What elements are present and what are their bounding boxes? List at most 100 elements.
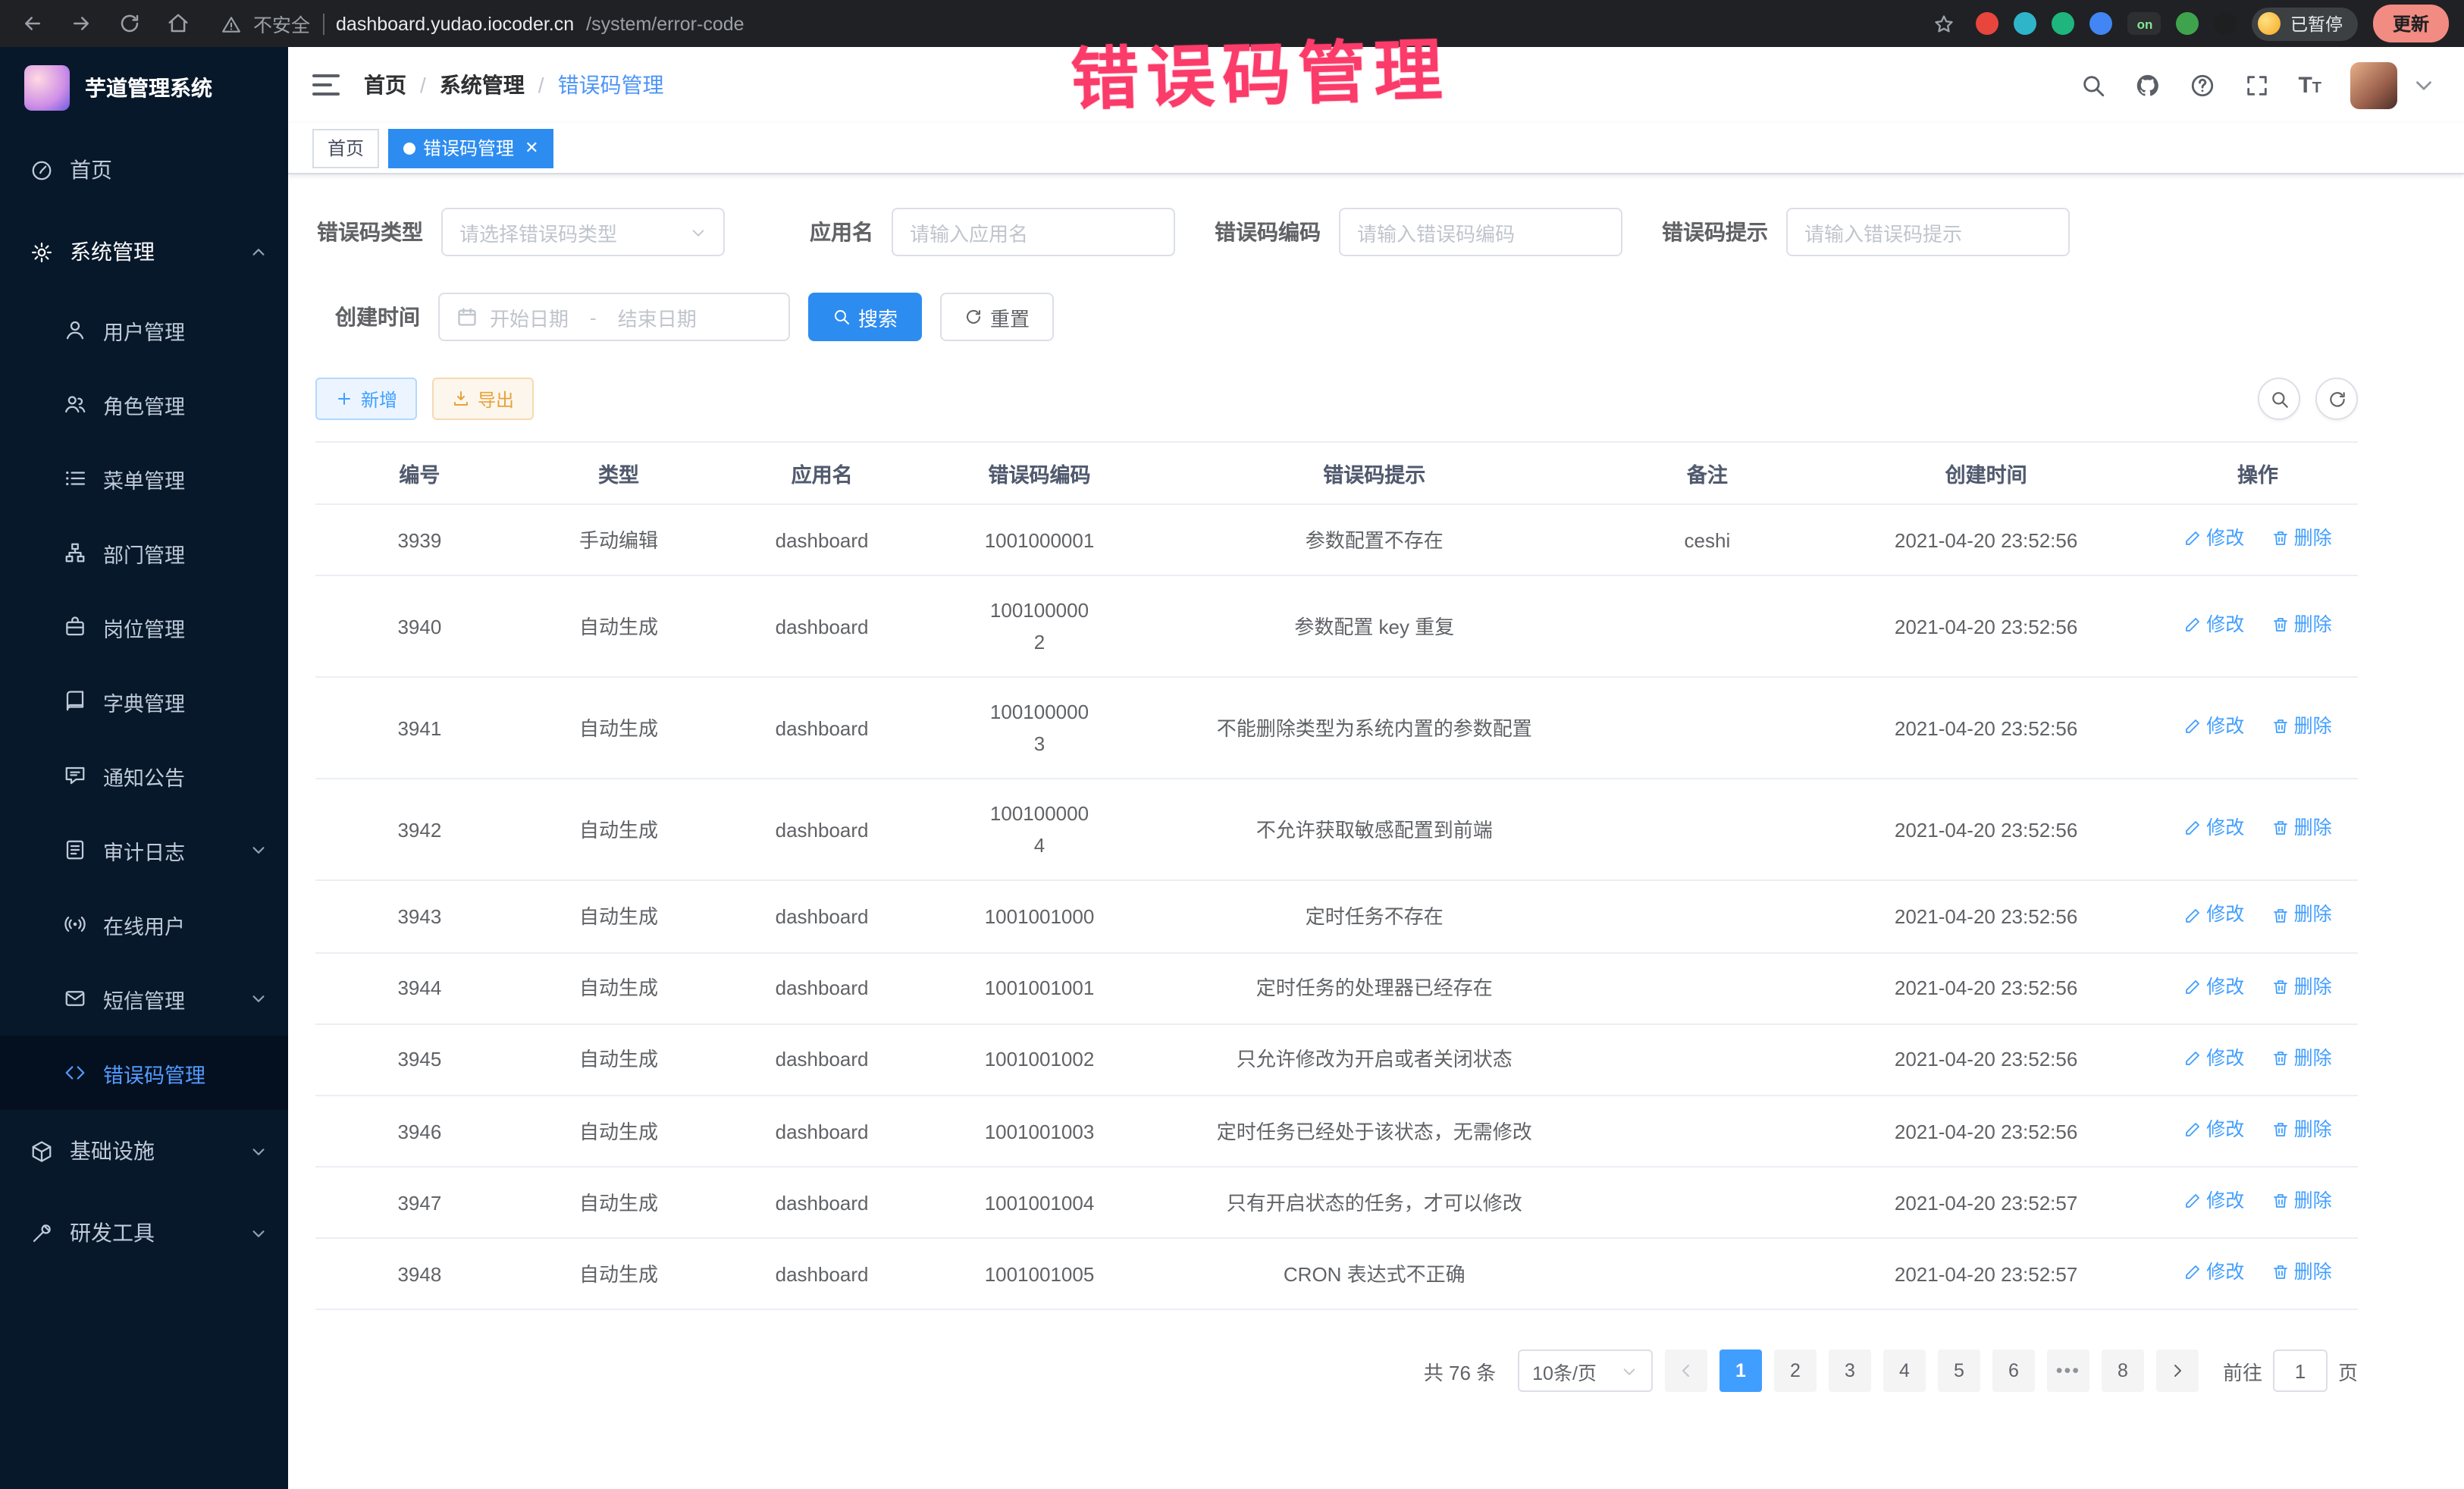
delete-link[interactable]: 删除 <box>2271 523 2332 554</box>
page-more-button[interactable]: ••• <box>2047 1350 2089 1393</box>
edit-link[interactable]: 修改 <box>2183 900 2244 931</box>
browser-home-button[interactable] <box>161 7 194 40</box>
edit-link[interactable]: 修改 <box>2183 1186 2244 1217</box>
delete-link[interactable]: 删除 <box>2271 1186 2332 1217</box>
edit-link[interactable]: 修改 <box>2183 610 2244 641</box>
refresh-table-button[interactable] <box>2315 378 2358 420</box>
add-button[interactable]: 新增 <box>315 378 417 420</box>
app-logo-row[interactable]: 芋道管理系统 <box>0 47 288 129</box>
delete-link[interactable]: 删除 <box>2271 971 2332 1002</box>
reset-button[interactable]: 重置 <box>940 293 1054 341</box>
extension-blue-grid-icon[interactable] <box>2090 12 2113 35</box>
table-row[interactable]: 3944 自动生成 dashboard 1001001001 定时任务的处理器已… <box>315 952 2358 1023</box>
font-size-icon[interactable]: TT <box>2298 74 2321 96</box>
extension-teal-icon[interactable] <box>2014 12 2037 35</box>
delete-link[interactable]: 删除 <box>2271 711 2332 742</box>
sidebar-item-code[interactable]: 错误码管理 <box>0 1036 288 1110</box>
breadcrumb-home[interactable]: 首页 <box>364 70 406 100</box>
extension-green-check-icon[interactable] <box>2052 12 2075 35</box>
delete-link[interactable]: 删除 <box>2271 1258 2332 1289</box>
sidebar-item-users[interactable]: 角色管理 <box>0 367 288 441</box>
page-button-8[interactable]: 8 <box>2102 1350 2144 1393</box>
page-button-3[interactable]: 3 <box>1829 1350 1871 1393</box>
app-name-input[interactable]: 请输入应用名 <box>892 208 1175 256</box>
fullscreen-icon[interactable] <box>2243 72 2269 98</box>
edit-link[interactable]: 修改 <box>2183 971 2244 1002</box>
sidebar-toggle-icon[interactable] <box>312 74 340 96</box>
delete-link[interactable]: 删除 <box>2271 1114 2332 1146</box>
tag-close-icon[interactable]: ✕ <box>525 138 538 158</box>
extension-pin-icon[interactable] <box>2215 12 2237 35</box>
table-row[interactable]: 3945 自动生成 dashboard 1001001002 只允许修改为开启或… <box>315 1024 2358 1096</box>
extension-on-badge-icon[interactable]: on <box>2128 12 2161 35</box>
edit-link[interactable]: 修改 <box>2183 1114 2244 1146</box>
edit-link[interactable]: 修改 <box>2183 1043 2244 1074</box>
delete-link[interactable]: 删除 <box>2271 813 2332 845</box>
browser-forward-button[interactable] <box>64 7 97 40</box>
edit-link[interactable]: 修改 <box>2183 711 2244 742</box>
delete-link[interactable]: 删除 <box>2271 900 2332 931</box>
table-row[interactable]: 3948 自动生成 dashboard 1001001005 CRON 表达式不… <box>315 1239 2358 1310</box>
create-time-range-picker[interactable]: 开始日期 - 结束日期 <box>438 293 790 341</box>
sidebar-item-sms[interactable]: 短信管理 <box>0 961 288 1036</box>
help-icon[interactable] <box>2189 72 2215 98</box>
avatar-caret-down-icon[interactable] <box>2411 72 2437 98</box>
search-button[interactable]: 搜索 <box>808 293 922 341</box>
goto-page-input[interactable] <box>2273 1350 2328 1393</box>
edit-link[interactable]: 修改 <box>2183 813 2244 845</box>
table-row[interactable]: 3939 手动编辑 dashboard 1001000001 参数配置不存在 c… <box>315 504 2358 575</box>
page-button-6[interactable]: 6 <box>1992 1350 2035 1393</box>
sidebar-item-home[interactable]: 首页 <box>0 129 288 211</box>
table-row[interactable]: 3943 自动生成 dashboard 1001001000 定时任务不存在 2… <box>315 881 2358 952</box>
bookmark-star-icon[interactable] <box>1928 7 1961 40</box>
tag-error-code-active[interactable]: 错误码管理 ✕ <box>388 128 553 168</box>
profile-paused-chip[interactable]: 已暂停 <box>2252 7 2358 40</box>
next-page-button[interactable] <box>2156 1350 2199 1393</box>
breadcrumb-system[interactable]: 系统管理 <box>440 70 525 100</box>
edit-link[interactable]: 修改 <box>2183 523 2244 554</box>
page-button-5[interactable]: 5 <box>1938 1350 1980 1393</box>
page-button-2[interactable]: 2 <box>1774 1350 1817 1393</box>
bubble-icon <box>64 764 86 787</box>
user-avatar[interactable] <box>2350 61 2397 108</box>
extension-leaf-icon[interactable] <box>2177 12 2199 35</box>
sidebar-item-book[interactable]: 字典管理 <box>0 664 288 738</box>
table-row[interactable]: 3947 自动生成 dashboard 1001001004 只有开启状态的任务… <box>315 1167 2358 1238</box>
tag-home[interactable]: 首页 <box>312 128 379 168</box>
page-button-4[interactable]: 4 <box>1883 1350 1926 1393</box>
edit-link[interactable]: 修改 <box>2183 1258 2244 1289</box>
export-button[interactable]: 导出 <box>432 378 534 420</box>
sidebar-item-wrench[interactable]: 研发工具 <box>0 1192 288 1274</box>
table-row[interactable]: 3940 自动生成 dashboard 100100000 2 参数配置 key… <box>315 575 2358 677</box>
error-type-select[interactable]: 请选择错误码类型 <box>441 208 725 256</box>
home-icon <box>30 158 53 181</box>
toggle-search-button[interactable] <box>2258 378 2300 420</box>
sidebar-item-box[interactable]: 基础设施 <box>0 1110 288 1192</box>
error-code-input[interactable]: 请输入错误码编码 <box>1339 208 1622 256</box>
github-icon[interactable] <box>2134 72 2160 98</box>
sidebar-item-online[interactable]: 在线用户 <box>0 887 288 961</box>
table-row[interactable]: 3941 自动生成 dashboard 100100000 3 不能删除类型为系… <box>315 678 2358 779</box>
prev-page-button[interactable] <box>1665 1350 1707 1393</box>
sidebar-item-gear[interactable]: 系统管理 <box>0 211 288 293</box>
browser-reload-button[interactable] <box>112 7 146 40</box>
sidebar-item-audit[interactable]: 审计日志 <box>0 813 288 887</box>
error-hint-input[interactable]: 请输入错误码提示 <box>1786 208 2070 256</box>
header-search-icon[interactable] <box>2080 72 2105 98</box>
browser-update-button[interactable]: 更新 <box>2373 5 2449 42</box>
sidebar-item-badge[interactable]: 岗位管理 <box>0 590 288 664</box>
address-bar[interactable]: 不安全 dashboard.yudao.iocoder.cn/system/er… <box>209 9 1913 38</box>
sidebar-item-bubble[interactable]: 通知公告 <box>0 738 288 813</box>
delete-link[interactable]: 删除 <box>2271 610 2332 641</box>
page-size-select[interactable]: 10条/页 <box>1517 1350 1653 1393</box>
table-row[interactable]: 3946 自动生成 dashboard 1001001003 定时任务已经处于该… <box>315 1096 2358 1167</box>
browser-back-button[interactable] <box>15 7 49 40</box>
sidebar-item-list[interactable]: 菜单管理 <box>0 441 288 516</box>
sidebar-item-user[interactable]: 用户管理 <box>0 293 288 367</box>
page-button-1[interactable]: 1 <box>1719 1350 1762 1393</box>
sidebar-item-tree[interactable]: 部门管理 <box>0 516 288 590</box>
cell-time: 2021-04-20 23:52:56 <box>1814 1096 2158 1167</box>
table-row[interactable]: 3942 自动生成 dashboard 100100000 4 不允许获取敏感配… <box>315 779 2358 881</box>
extension-red-icon[interactable] <box>1977 12 1999 35</box>
delete-link[interactable]: 删除 <box>2271 1043 2332 1074</box>
